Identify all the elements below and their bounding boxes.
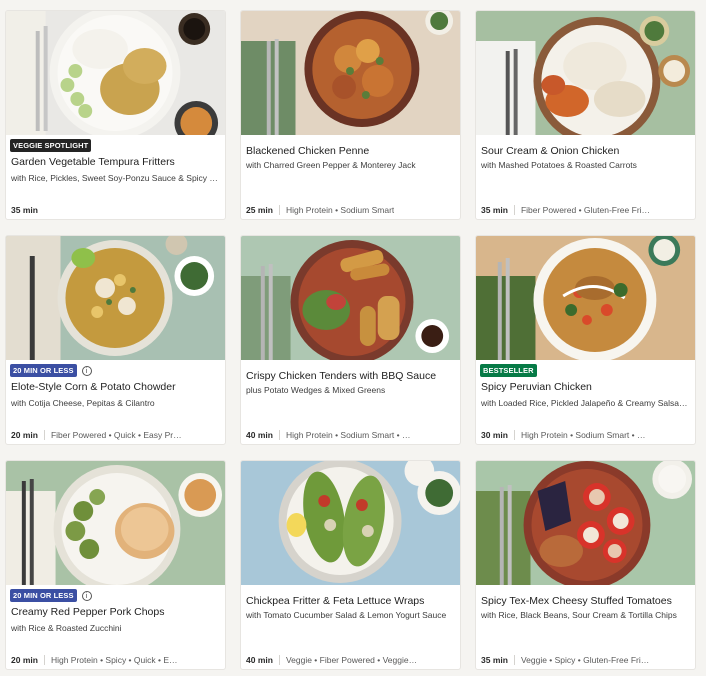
cook-time: 35 min — [11, 205, 38, 215]
cook-time: 20 min — [11, 655, 38, 665]
recipe-photo — [241, 461, 460, 585]
recipe-card[interactable]: Sour Cream & Onion Chicken with Mashed P… — [475, 10, 696, 220]
recipe-title[interactable]: Sour Cream & Onion Chicken — [481, 145, 689, 157]
recipe-meta: 30 min High Protein • Sodium Smart • … — [481, 430, 689, 440]
recipe-meta: 25 min High Protein • Sodium Smart — [246, 205, 454, 215]
tag-row: 20 MIN OR LESS i — [10, 364, 92, 377]
recipe-meta: 35 min — [11, 205, 219, 215]
recipe-card[interactable]: 20 MIN OR LESS i Elote-Style Corn & Pota… — [5, 235, 226, 445]
recipe-title[interactable]: Blackened Chicken Penne — [246, 145, 454, 157]
recipe-photo — [476, 11, 695, 135]
recipe-meta: 40 min Veggie • Fiber Powered • Veggie… — [246, 655, 454, 665]
cook-time: 25 min — [246, 205, 273, 215]
recipe-meta: 40 min High Protein • Sodium Smart • … — [246, 430, 454, 440]
meta-divider — [278, 205, 280, 215]
recipe-features: Veggie • Spicy • Gluten-Free Fri… — [520, 655, 650, 665]
cook-time: 35 min — [481, 205, 508, 215]
cook-time: 35 min — [481, 655, 508, 665]
recipe-subtitle: with Rice, Black Beans, Sour Cream & Tor… — [481, 610, 677, 620]
meta-divider — [278, 655, 280, 665]
recipe-card[interactable]: Chickpea Fritter & Feta Lettuce Wraps wi… — [240, 460, 461, 670]
recipe-subtitle: with Cotija Cheese, Pepitas & Cilantro — [11, 398, 155, 408]
recipe-title[interactable]: Spicy Tex-Mex Cheesy Stuffed Tomatoes — [481, 595, 689, 607]
recipe-meta: 20 min High Protein • Spicy • Quick • E… — [11, 655, 219, 665]
tag-row: VEGGIE SPOTLIGHT — [10, 139, 92, 152]
tag-row: BESTSELLER — [480, 364, 537, 377]
recipe-meta: 35 min Veggie • Spicy • Gluten-Free Fri… — [481, 655, 689, 665]
tag-row: 20 MIN OR LESS i — [10, 589, 92, 602]
recipe-features: Fiber Powered • Quick • Easy Pr… — [50, 430, 182, 440]
recipe-subtitle: with Rice, Pickles, Sweet Soy-Ponzu Sauc… — [11, 173, 218, 183]
recipe-subtitle: with Tomato Cucumber Salad & Lemon Yogur… — [246, 610, 447, 620]
recipe-photo — [476, 461, 695, 585]
meta-divider — [43, 655, 45, 665]
meta-divider — [513, 430, 515, 440]
recipe-card[interactable]: VEGGIE SPOTLIGHT Garden Vegetable Tempur… — [5, 10, 226, 220]
recipe-title[interactable]: Creamy Red Pepper Pork Chops — [11, 606, 219, 618]
recipe-grid: VEGGIE SPOTLIGHT Garden Vegetable Tempur… — [5, 10, 696, 670]
recipe-photo — [6, 11, 225, 135]
recipe-card[interactable]: Spicy Tex-Mex Cheesy Stuffed Tomatoes wi… — [475, 460, 696, 670]
recipe-card[interactable]: Crispy Chicken Tenders with BBQ Sauce pl… — [240, 235, 461, 445]
info-icon[interactable]: i — [81, 590, 92, 601]
recipe-features: Fiber Powered • Gluten-Free Fri… — [520, 205, 651, 215]
recipe-subtitle: with Charred Green Pepper & Monterey Jac… — [246, 160, 416, 170]
recipe-subtitle: with Rice & Roasted Zucchini — [11, 623, 122, 633]
meta-divider — [513, 205, 515, 215]
recipe-subtitle: with Loaded Rice, Pickled Jalapeño & Cre… — [481, 398, 688, 408]
recipe-photo — [241, 11, 460, 135]
recipe-subtitle: plus Potato Wedges & Mixed Greens — [246, 385, 386, 395]
recipe-features: Veggie • Fiber Powered • Veggie… — [285, 655, 418, 665]
recipe-features: High Protein • Sodium Smart • … — [285, 430, 411, 440]
info-icon[interactable]: i — [81, 365, 92, 376]
recipe-card[interactable]: Blackened Chicken Penne with Charred Gre… — [240, 10, 461, 220]
recipe-features: High Protein • Sodium Smart — [285, 205, 395, 215]
recipe-subtitle: with Mashed Potatoes & Roasted Carrots — [481, 160, 637, 170]
cook-time: 30 min — [481, 430, 508, 440]
recipe-photo — [476, 236, 695, 360]
veggie-spotlight-badge: VEGGIE SPOTLIGHT — [10, 139, 92, 152]
recipe-title[interactable]: Garden Vegetable Tempura Fritters — [11, 156, 219, 168]
recipe-meta: 20 min Fiber Powered • Quick • Easy Pr… — [11, 430, 219, 440]
meta-divider — [513, 655, 515, 665]
recipe-card[interactable]: 20 MIN OR LESS i Creamy Red Pepper Pork … — [5, 460, 226, 670]
quick-badge: 20 MIN OR LESS — [10, 589, 77, 602]
recipe-title[interactable]: Elote-Style Corn & Potato Chowder — [11, 381, 219, 393]
meta-divider — [43, 430, 45, 440]
cook-time: 40 min — [246, 430, 273, 440]
recipe-title[interactable]: Spicy Peruvian Chicken — [481, 381, 689, 393]
quick-badge: 20 MIN OR LESS — [10, 364, 77, 377]
recipe-features: High Protein • Spicy • Quick • E… — [50, 655, 178, 665]
recipe-photo — [6, 461, 225, 585]
recipe-photo — [241, 236, 460, 360]
recipe-title[interactable]: Crispy Chicken Tenders with BBQ Sauce — [246, 370, 454, 382]
cook-time: 40 min — [246, 655, 273, 665]
meta-divider — [278, 430, 280, 440]
recipe-meta: 35 min Fiber Powered • Gluten-Free Fri… — [481, 205, 689, 215]
cook-time: 20 min — [11, 430, 38, 440]
recipe-features: High Protein • Sodium Smart • … — [520, 430, 646, 440]
recipe-card[interactable]: BESTSELLER Spicy Peruvian Chicken with L… — [475, 235, 696, 445]
bestseller-badge: BESTSELLER — [480, 364, 537, 377]
recipe-title[interactable]: Chickpea Fritter & Feta Lettuce Wraps — [246, 595, 454, 607]
recipe-photo — [6, 236, 225, 360]
